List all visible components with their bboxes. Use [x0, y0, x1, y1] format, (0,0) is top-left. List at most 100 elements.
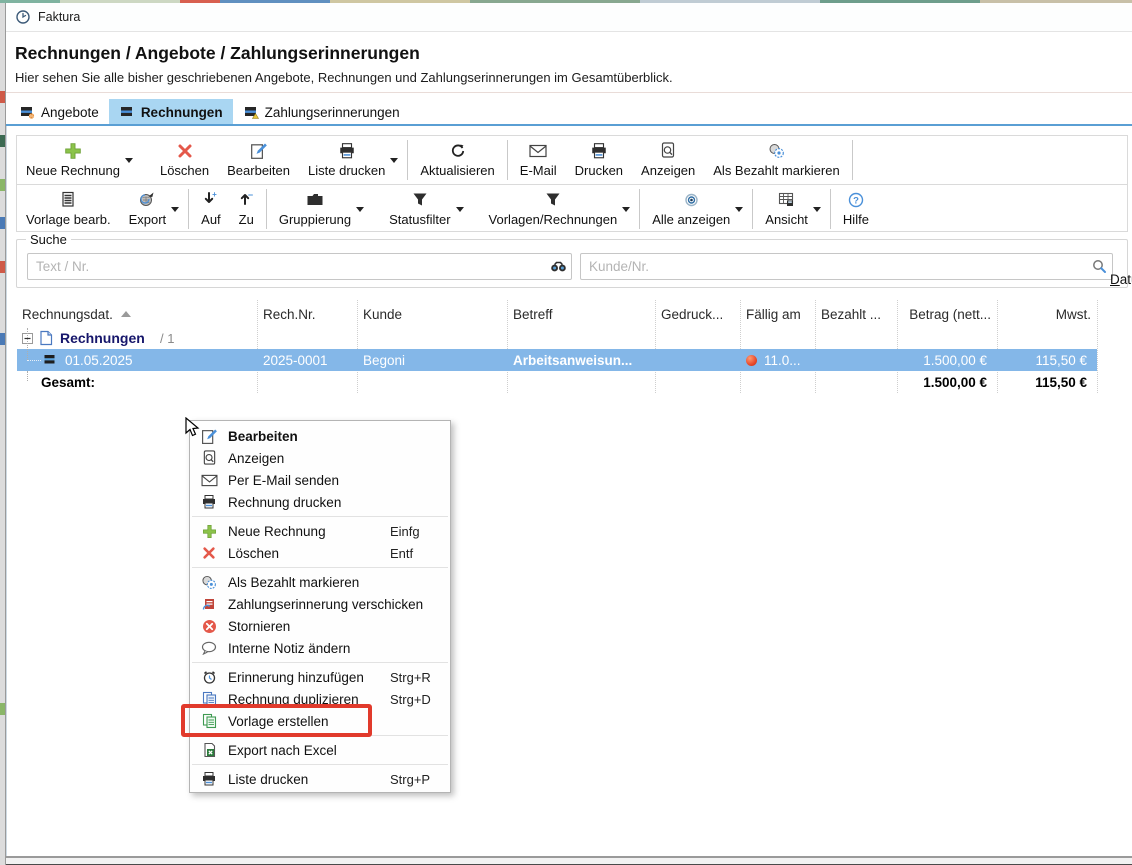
- menu-item-bearbeiten[interactable]: Bearbeiten: [190, 425, 450, 447]
- vorlage-bearb-button[interactable]: Vorlage bearb.: [17, 185, 120, 233]
- als-bezahlt-markieren-button[interactable]: Als Bezahlt markieren: [704, 136, 848, 184]
- dropdown-caret-icon[interactable]: [735, 185, 749, 233]
- column-header-betrag[interactable]: Betrag (nett...: [897, 300, 991, 328]
- payment-reminder-icon: [199, 597, 219, 612]
- sort-asc-icon: [121, 311, 131, 317]
- help-icon: ?: [848, 191, 864, 209]
- delete-icon: [199, 546, 219, 560]
- total-row: Gesamt: 1.500,00 € 115,50 €: [7, 371, 1132, 393]
- menu-item-loeschen[interactable]: Löschen Entf: [190, 542, 450, 564]
- dropdown-caret-icon[interactable]: [356, 185, 370, 233]
- alle-anzeigen-button[interactable]: Alle anzeigen: [643, 185, 739, 233]
- email-button[interactable]: E-Mail: [511, 136, 566, 184]
- column-header-rechnungsdat[interactable]: Rechnungsdat.: [22, 300, 252, 328]
- toolbar-row-1: Neue Rechnung Löschen Bearbeiten List: [17, 136, 1127, 185]
- customer-search-field[interactable]: [580, 253, 1113, 280]
- column-header-faellig[interactable]: Fällig am: [746, 300, 812, 328]
- menu-item-per-email-senden[interactable]: Per E-Mail senden: [190, 469, 450, 491]
- date-filter-label[interactable]: Datum: [1110, 272, 1132, 287]
- menu-item-liste-drucken[interactable]: Liste drucken Strg+P: [190, 768, 450, 790]
- group-row[interactable]: Rechnungen / 1: [7, 328, 1132, 349]
- column-header-gedruckt[interactable]: Gedruck...: [661, 300, 741, 328]
- menu-item-neue-rechnung[interactable]: Neue Rechnung Einfg: [190, 520, 450, 542]
- export-icon: [138, 191, 156, 209]
- tab-rechnungen[interactable]: Rechnungen: [109, 99, 233, 125]
- menu-item-vorlage-erstellen[interactable]: Vorlage erstellen: [190, 710, 450, 732]
- cursor-icon: [185, 417, 201, 439]
- menu-item-als-bezahlt-markieren[interactable]: Als Bezahlt markieren: [190, 571, 450, 593]
- menu-item-interne-notiz-aendern[interactable]: Interne Notiz ändern: [190, 637, 450, 659]
- bearbeiten-button[interactable]: Bearbeiten: [218, 136, 299, 184]
- total-label: Gesamt:: [41, 371, 241, 393]
- gruppierung-button[interactable]: Gruppierung: [270, 185, 360, 233]
- dropdown-caret-icon[interactable]: [125, 136, 139, 184]
- column-header-rechnr[interactable]: Rech.Nr.: [263, 300, 353, 328]
- tab-invoice-icon: [243, 105, 259, 119]
- loeschen-button[interactable]: Löschen: [151, 136, 218, 184]
- dropdown-caret-icon[interactable]: [456, 185, 470, 233]
- arrow-up-minus-icon: −: [239, 191, 254, 209]
- toolbar-row-2: Vorlage bearb. Export + Auf − Zu: [17, 185, 1127, 233]
- alarm-icon: [199, 670, 219, 685]
- app-icon: [15, 9, 31, 25]
- tab-label: Rechnungen: [141, 105, 223, 120]
- tab-zahlungserinnerungen[interactable]: Zahlungserinnerungen: [233, 99, 410, 125]
- export-button[interactable]: Export: [120, 185, 176, 233]
- tree-line: [27, 360, 41, 361]
- search-legend: Suche: [26, 232, 71, 247]
- menu-separator: [192, 735, 448, 736]
- invoice-row[interactable]: 01.05.2025 2025-0001 Begoni Arbeitsanwei…: [17, 349, 1097, 371]
- edit-icon: [250, 142, 268, 160]
- menu-item-anzeigen[interactable]: Anzeigen: [190, 447, 450, 469]
- paid-icon: [199, 575, 219, 590]
- cancel-icon: [199, 619, 219, 634]
- drucken-button[interactable]: Drucken: [566, 136, 632, 184]
- menu-item-stornieren[interactable]: Stornieren: [190, 615, 450, 637]
- auf-button[interactable]: + Auf: [192, 185, 230, 233]
- excel-icon: [199, 742, 219, 758]
- menu-item-erinnerung-hinzufuegen[interactable]: Erinnerung hinzufügen Strg+R: [190, 666, 450, 688]
- dropdown-caret-icon[interactable]: [171, 185, 185, 233]
- paid-icon: [768, 142, 785, 160]
- cell-betreff: Arbeitsanweisun...: [513, 349, 651, 371]
- tab-angebote[interactable]: % Angebote: [9, 99, 109, 125]
- liste-drucken-button[interactable]: Liste drucken: [299, 136, 394, 184]
- dropdown-caret-icon[interactable]: [390, 136, 404, 184]
- printer-icon: [338, 142, 356, 160]
- menu-item-zahlungserinnerung-verschicken[interactable]: Zahlungserinnerung verschicken: [190, 593, 450, 615]
- refresh-icon: [450, 142, 466, 160]
- menu-item-export-nach-excel[interactable]: Export nach Excel: [190, 739, 450, 761]
- duplicate-icon: [199, 691, 219, 707]
- text-search-input[interactable]: [28, 259, 545, 274]
- statusfilter-button[interactable]: Statusfilter: [380, 185, 459, 233]
- dropdown-caret-icon[interactable]: [622, 185, 636, 233]
- search-icon[interactable]: [1086, 259, 1112, 274]
- anzeigen-button[interactable]: Anzeigen: [632, 136, 704, 184]
- total-betrag: 1.500,00 €: [897, 371, 987, 393]
- toolbar-separator: [188, 189, 189, 229]
- aktualisieren-button[interactable]: Aktualisieren: [411, 136, 503, 184]
- column-header-bezahlt[interactable]: Bezahlt ...: [821, 300, 893, 328]
- toolbar-separator: [266, 189, 267, 229]
- customer-search-input[interactable]: [581, 259, 1086, 274]
- column-header-mwst[interactable]: Mwst.: [997, 300, 1091, 328]
- hilfe-button[interactable]: ? Hilfe: [834, 185, 878, 233]
- vorlagen-rechnungen-button[interactable]: Vorlagen/Rechnungen: [480, 185, 627, 233]
- menu-item-rechnung-duplizieren[interactable]: Rechnung duplizieren Strg+D: [190, 688, 450, 710]
- binoculars-icon[interactable]: [545, 260, 571, 273]
- dropdown-caret-icon[interactable]: [813, 185, 827, 233]
- zu-button[interactable]: − Zu: [230, 185, 263, 233]
- svg-text:−: −: [248, 191, 253, 200]
- column-header-kunde[interactable]: Kunde: [363, 300, 503, 328]
- menu-item-rechnung-drucken[interactable]: Rechnung drucken: [190, 491, 450, 513]
- text-search-field[interactable]: [27, 253, 572, 280]
- preview-icon: [199, 450, 219, 466]
- neue-rechnung-button[interactable]: Neue Rechnung: [17, 136, 129, 184]
- ansicht-button[interactable]: Ansicht: [756, 185, 817, 233]
- column-header-betreff[interactable]: Betreff: [513, 300, 651, 328]
- svg-text:?: ?: [853, 195, 859, 206]
- menu-separator: [192, 567, 448, 568]
- grid-view-icon: [778, 191, 795, 209]
- funnel-icon: [412, 191, 428, 209]
- menu-separator: [192, 662, 448, 663]
